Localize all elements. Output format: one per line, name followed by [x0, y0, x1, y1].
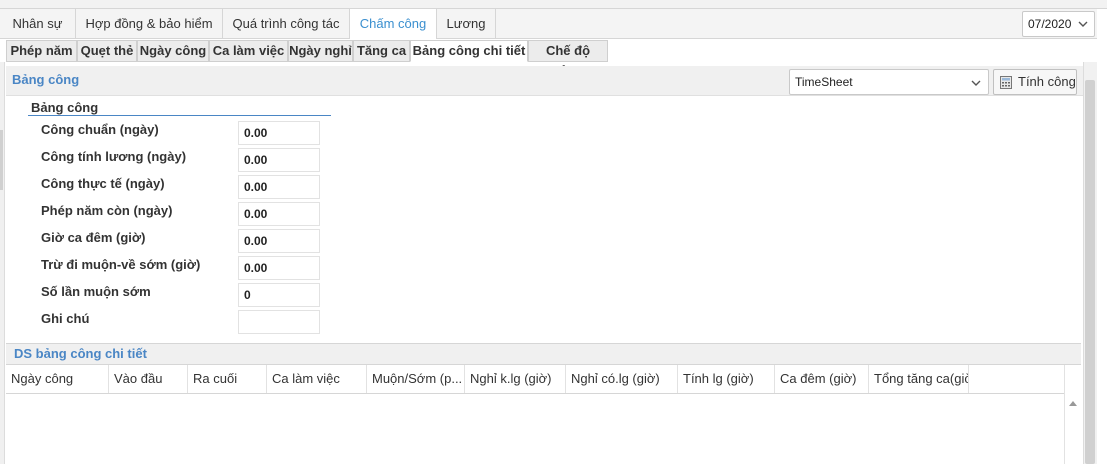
field-label-cong-chuan: Công chuẩn (ngày) — [41, 122, 159, 137]
field-label-phep-nam-con: Phép năm còn (ngày) — [41, 203, 173, 218]
field-tru-di-muon-ve-som[interactable]: 0.00 — [238, 256, 320, 280]
period-value: 07/2020 — [1028, 17, 1072, 31]
column-header-tong-tang-ca[interactable]: Tổng tăng ca(giờ) — [869, 365, 969, 393]
detail-table-scrollbar[interactable] — [1064, 365, 1081, 464]
field-so-lan-muon-som[interactable]: 0 — [238, 283, 320, 307]
tab-quet-the[interactable]: Quẹt thẻ — [77, 40, 137, 62]
field-cong-tinh-luong[interactable]: 0.00 — [238, 148, 320, 172]
field-gio-ca-dem[interactable]: 0.00 — [238, 229, 320, 253]
column-header-ca-lam-viec[interactable]: Ca làm việc — [267, 365, 367, 393]
tab-nhan-su[interactable]: Nhân sự — [0, 9, 76, 38]
calc-timesheet-label: Tính công — [1018, 74, 1076, 89]
field-cong-chuan[interactable]: 0.00 — [238, 121, 320, 145]
tab-ngay-cong[interactable]: Ngày công — [137, 40, 209, 62]
calculator-icon — [1000, 76, 1012, 89]
column-header-vao-dau[interactable]: Vào đầu — [109, 365, 188, 393]
tab-ngay-nghi[interactable]: Ngày nghỉ — [288, 40, 353, 62]
field-label-tru-di-muon-ve-som: Trừ đi muộn-về sớm (giờ) — [41, 257, 201, 272]
column-header-ra-cuoi[interactable]: Ra cuối — [188, 365, 267, 393]
tab-che-do-cong[interactable]: Chế độ công — [528, 40, 608, 78]
main-tab-bar: Nhân sự Hợp đồng & bảo hiểm Quá trình cô… — [0, 9, 1097, 39]
column-header-nghi-co-lg[interactable]: Nghỉ có.lg (giờ) — [566, 365, 678, 393]
field-cong-thuc-te[interactable]: 0.00 — [238, 175, 320, 199]
detail-table-column-header: Ngày công Vào đầu Ra cuối Ca làm việc Mu… — [6, 365, 1081, 394]
field-phep-nam-con[interactable]: 0.00 — [238, 202, 320, 226]
window-top-strip — [0, 0, 1107, 9]
field-label-so-lan-muon-som: Số lần muộn sớm — [41, 284, 151, 299]
calc-timesheet-button[interactable]: Tính công — [993, 69, 1077, 95]
panel-title: Bảng công — [12, 72, 80, 87]
column-header-nghi-k-lg[interactable]: Nghỉ k.lg (giờ) — [465, 365, 566, 393]
page-scrollbar-thumb[interactable] — [1085, 80, 1095, 464]
field-label-cong-thuc-te: Công thực tế (ngày) — [41, 176, 165, 191]
detail-table-body — [6, 394, 1081, 464]
field-ghi-chu[interactable] — [238, 310, 320, 334]
left-edge-marker — [0, 130, 3, 190]
tab-luong[interactable]: Lương — [437, 9, 496, 38]
column-header-muon-som[interactable]: Muộn/Sớm (p... — [367, 365, 465, 393]
fieldset-legend: Bảng công — [31, 100, 99, 115]
column-header-tinh-lg[interactable]: Tính lg (giờ) — [678, 365, 775, 393]
tab-qua-trinh-cong-tac[interactable]: Quá trình công tác — [223, 9, 350, 38]
tab-cham-cong[interactable]: Chấm công — [350, 9, 437, 39]
detail-table-title: DS bảng công chi tiết — [14, 346, 147, 361]
column-header-ngay-cong[interactable]: Ngày công — [6, 365, 109, 393]
timesheet-select-value: TimeSheet — [795, 75, 853, 89]
field-label-cong-tinh-luong: Công tính lương (ngày) — [41, 149, 187, 164]
tab-tang-ca[interactable]: Tăng ca — [353, 40, 410, 62]
sub-tab-bar: Phép năm Quẹt thẻ Ngày công Ca làm việc … — [6, 40, 1097, 78]
tab-bang-cong-chi-tiet[interactable]: Bảng công chi tiết — [410, 40, 528, 62]
chevron-down-icon — [971, 80, 981, 86]
detail-table-header: DS bảng công chi tiết — [6, 343, 1081, 365]
column-header-ca-dem[interactable]: Ca đêm (giờ) — [775, 365, 869, 393]
timesheet-select[interactable]: TimeSheet — [789, 69, 989, 95]
left-edge-panel — [0, 62, 5, 464]
tab-phep-nam[interactable]: Phép năm — [6, 40, 77, 62]
chevron-down-icon — [1078, 21, 1088, 27]
scroll-up-icon[interactable] — [1069, 400, 1077, 406]
tab-ca-lam-viec[interactable]: Ca làm việc — [209, 40, 288, 62]
field-label-gio-ca-dem: Giờ ca đêm (giờ) — [41, 230, 146, 245]
field-label-ghi-chu: Ghi chú — [41, 311, 90, 326]
tab-hop-dong-bao-hiem[interactable]: Hợp đồng & bảo hiểm — [76, 9, 223, 38]
period-select[interactable]: 07/2020 — [1022, 11, 1095, 37]
fieldset-divider — [28, 115, 331, 116]
